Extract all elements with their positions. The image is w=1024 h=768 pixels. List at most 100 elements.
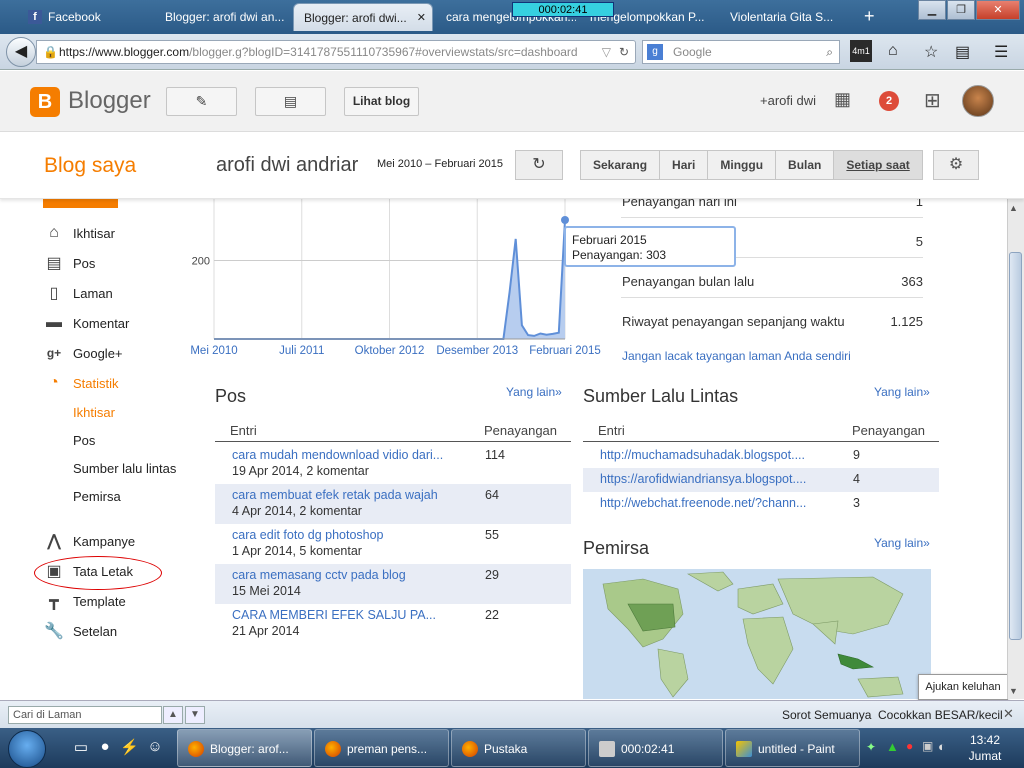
dont-track-link[interactable]: Jangan lacak tayangan laman Anda sendiri — [622, 349, 851, 363]
start-button[interactable] — [8, 730, 46, 768]
period-all-time-button[interactable]: Setiap saat — [834, 151, 922, 179]
post-title-link[interactable]: cara mudah mendownload vidio dari... — [232, 448, 454, 462]
new-post-button-edge[interactable] — [43, 199, 118, 208]
avatar[interactable] — [962, 85, 994, 117]
emoticon-icon[interactable]: ☺ — [146, 738, 164, 756]
posts-more-link[interactable]: Yang lain» — [506, 385, 562, 399]
blogger-logo[interactable]: B — [30, 87, 60, 117]
scroll-up-arrow-icon[interactable]: ▲ — [1009, 203, 1018, 213]
home-icon[interactable]: ⌂ — [888, 42, 898, 60]
minimize-button[interactable]: ▁ — [918, 0, 946, 20]
speaker-icon[interactable]: ◐ — [938, 739, 946, 754]
period-now-button[interactable]: Sekarang — [581, 151, 661, 179]
task-pustaka[interactable]: Pustaka — [451, 729, 586, 767]
googleplus-icon: g+ — [46, 346, 62, 360]
sidebar-item-pages[interactable]: ▯ Laman — [44, 282, 113, 304]
referrer-link[interactable]: http://webchat.freenode.net/?chann... — [600, 496, 822, 510]
firefox-icon[interactable]: ● — [96, 738, 114, 756]
match-case-checkbox[interactable]: Cocokkan BESAR/kecil — [878, 708, 1003, 722]
sidebar-sub-audience[interactable]: Pemirsa — [73, 489, 121, 504]
apps-grid-icon[interactable]: ▦ — [834, 89, 851, 110]
dropdown-arrow-icon[interactable]: ▽ — [602, 41, 611, 63]
sidebar-item-settings[interactable]: 🔧 Setelan — [44, 620, 117, 642]
tab-violentaria[interactable]: Violentaria Gita S... — [720, 3, 860, 31]
record-icon[interactable]: ● — [906, 739, 913, 753]
post-title-link[interactable]: CARA MEMBERI EFEK SALJU PA... — [232, 608, 454, 622]
bookmark-star-icon[interactable]: ☆ — [924, 42, 938, 62]
sidebar-sub-posts[interactable]: Pos — [73, 433, 95, 448]
find-bar: Cari di Laman ▲ ▼ Sorot Semuanya Cocokka… — [0, 700, 1024, 728]
tab-facebook[interactable]: f Facebook — [18, 3, 153, 31]
settings-button[interactable]: ⚙ — [933, 150, 979, 180]
clock-day: Jumat — [968, 749, 1002, 763]
extension-badge[interactable]: 4m1 — [850, 40, 872, 62]
sidebar-item-googleplus[interactable]: g+ Google+ — [44, 342, 123, 364]
sidebar-sub-traffic[interactable]: Sumber lalu lintas — [73, 461, 176, 476]
view-blog-button[interactable]: Lihat blog — [344, 87, 419, 116]
post-title-link[interactable]: cara membuat efek retak pada wajah — [232, 488, 454, 502]
task-timer[interactable]: 000:02:41 — [588, 729, 723, 767]
address-bar[interactable]: 🔒 https://www.blogger.com/blogger.g?blog… — [36, 40, 636, 64]
scroll-down-arrow-icon[interactable]: ▼ — [1009, 686, 1018, 696]
post-title-link[interactable]: cara edit foto dg photoshop — [232, 528, 454, 542]
find-previous-icon[interactable]: ▲ — [163, 706, 183, 724]
search-box[interactable]: g Google ⌕ — [642, 40, 840, 64]
sidebar-item-comments[interactable]: ▬ Komentar — [44, 312, 129, 334]
referrer-link[interactable]: https://arofidwiandriansya.blogspot.... — [600, 472, 822, 486]
magnifier-icon[interactable]: ⌕ — [826, 41, 833, 63]
bookmarks-list-icon[interactable]: ▤ — [955, 42, 970, 62]
notification-badge[interactable]: 2 — [879, 91, 899, 111]
share-plus-icon[interactable]: ⊞ — [924, 88, 941, 113]
period-month-button[interactable]: Bulan — [776, 151, 835, 179]
antivirus-icon[interactable]: ▲ — [886, 739, 899, 754]
new-post-button[interactable]: ✎ — [166, 87, 237, 116]
reload-icon[interactable]: ↻ — [619, 41, 629, 63]
close-find-icon[interactable]: ✕ — [1003, 706, 1014, 722]
audience-more-link[interactable]: Yang lain» — [874, 536, 930, 550]
col-views-header: Penayangan — [852, 423, 926, 438]
monitor-icon[interactable]: ▣ — [922, 739, 933, 753]
post-title-link[interactable]: cara memasang cctv pada blog — [232, 568, 454, 582]
traffic-more-link[interactable]: Yang lain» — [874, 385, 930, 399]
scrollbar-thumb[interactable] — [1009, 252, 1022, 640]
referrer-link[interactable]: http://muchamadsuhadak.blogspot.... — [600, 448, 822, 462]
tab-blogger-active[interactable]: Blogger: arofi dwi... ✕ — [293, 3, 433, 31]
sidebar-item-stats[interactable]: ◔ Statistik — [44, 372, 118, 394]
menu-icon[interactable]: ☰ — [994, 42, 1008, 62]
back-button[interactable]: ◀ — [6, 37, 36, 67]
close-window-button[interactable]: ✕ — [976, 0, 1020, 20]
refresh-button[interactable]: ↻ — [515, 150, 563, 180]
user-name-link[interactable]: +arofi dwi — [760, 93, 816, 108]
posts-list-button[interactable]: ▤ — [255, 87, 326, 116]
network-icon[interactable]: ✦ — [866, 740, 876, 754]
close-tab-icon[interactable]: ✕ — [417, 11, 426, 24]
blogger-brand[interactable]: Blogger — [68, 87, 151, 115]
window-controls: ▁ ❐ ✕ — [917, 0, 1020, 20]
task-preman[interactable]: preman pens... — [314, 729, 449, 767]
my-blogs-link[interactable]: Blog saya — [44, 154, 136, 178]
new-tab-icon[interactable]: + — [864, 6, 875, 27]
sidebar-sub-overview[interactable]: Ikhtisar — [73, 405, 115, 420]
feedback-button[interactable]: Ajukan keluhan — [918, 674, 1008, 700]
period-week-button[interactable]: Minggu — [708, 151, 777, 179]
maximize-button[interactable]: ❐ — [947, 0, 975, 20]
task-paint[interactable]: untitled - Paint — [725, 729, 860, 767]
tab-blogger-1[interactable]: Blogger: arofi dwi an... — [155, 3, 290, 31]
traffic-table-header: Entri Penayangan — [583, 422, 939, 442]
winamp-icon[interactable]: ⚡ — [120, 738, 139, 756]
sidebar-item-campaigns[interactable]: ⋀ Kampanye — [44, 530, 135, 552]
table-row: http://muchamadsuhadak.blogspot.... 9 — [583, 444, 939, 468]
sidebar-item-overview[interactable]: ⌂ Ikhtisar — [44, 222, 115, 244]
sidebar-item-template[interactable]: ┳ Template — [44, 590, 126, 612]
show-desktop-icon[interactable]: ▭ — [72, 738, 90, 756]
tab-label: Facebook — [48, 10, 101, 24]
taskbar-clock[interactable]: 13:42 Jumat — [960, 732, 1010, 764]
highlight-all-button[interactable]: Sorot Semuanya — [782, 708, 871, 722]
sidebar-item-layout[interactable]: ▣ Tata Letak — [44, 560, 133, 582]
sidebar-item-posts[interactable]: ▤ Pos — [44, 252, 95, 274]
task-blogger[interactable]: Blogger: arof... — [177, 729, 312, 767]
find-input[interactable]: Cari di Laman — [8, 706, 162, 724]
period-day-button[interactable]: Hari — [660, 151, 709, 179]
find-next-icon[interactable]: ▼ — [185, 706, 205, 724]
pie-chart-icon: ◔ — [49, 374, 59, 391]
